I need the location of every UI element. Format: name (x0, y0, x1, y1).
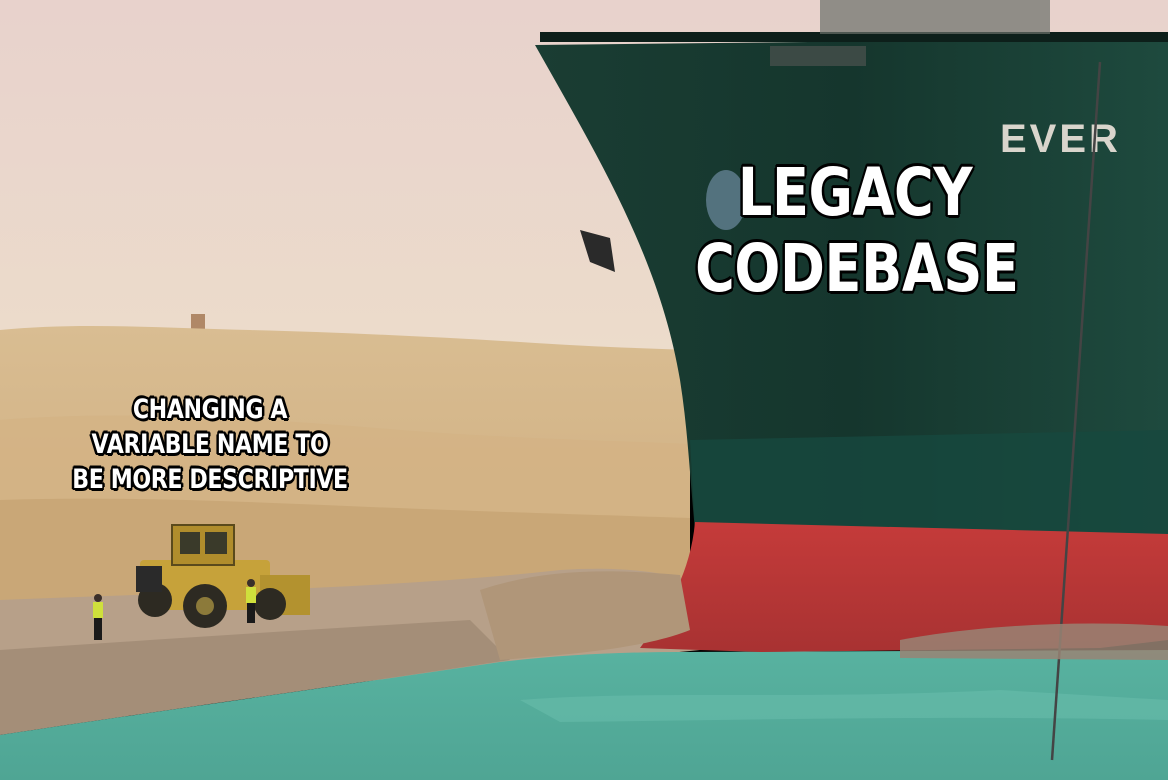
bottom-caption: CHANGING A VARIABLE NAME TO BE MORE DESC… (72, 394, 348, 495)
meme-image: EVER LEGACY CODEBASE CHANGING A VARIABLE… (0, 0, 1168, 780)
deck-equipment (820, 0, 1050, 34)
ship-nameplate (770, 46, 866, 66)
hull-lettering: EVER (1000, 117, 1121, 161)
scene-illustration: EVER (0, 0, 1168, 780)
ship-hull-band (690, 430, 1168, 535)
distant-post (191, 314, 205, 330)
top-caption: LEGACY CODEBASE (695, 154, 1019, 307)
